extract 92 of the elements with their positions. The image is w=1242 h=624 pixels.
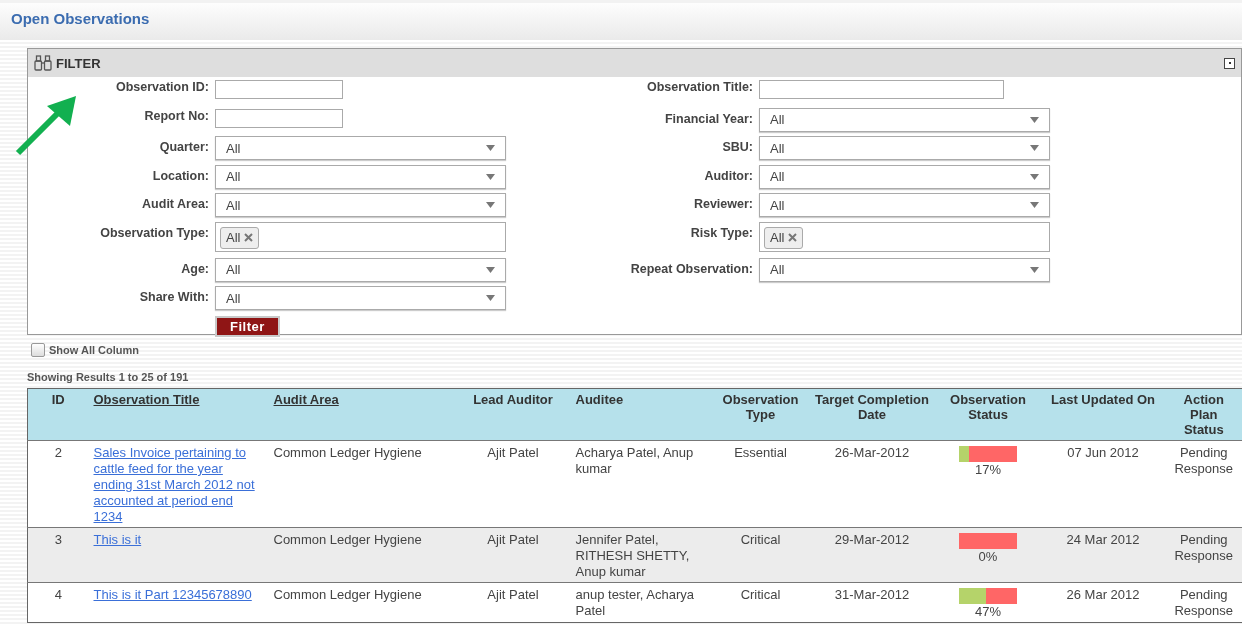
table-cell: Essential — [712, 440, 809, 528]
collapse-button[interactable] — [1224, 57, 1235, 69]
progress-reading: 17% — [974, 462, 1002, 478]
select-dropdown[interactable]: All — [215, 136, 506, 160]
table-cell: 26 Mar 2012 — [1040, 582, 1166, 623]
select-dropdown[interactable]: All — [759, 164, 1050, 189]
multi-select-field[interactable]: All — [759, 221, 1050, 252]
column-header: ID — [27, 388, 89, 441]
close-icon[interactable] — [788, 233, 798, 242]
table-cell: 26-Mar-2012 — [808, 440, 936, 528]
table-cell: anup tester, Acharya Patel — [570, 582, 713, 623]
table-cell: Pending Response — [1165, 582, 1242, 623]
page-title: Open Observations — [11, 10, 151, 27]
field-label: Risk Type: — [689, 224, 753, 240]
column-header[interactable]: Observation Title — [88, 388, 269, 441]
select-dropdown[interactable]: All — [215, 164, 506, 189]
table-cell: Pending Response — [1165, 440, 1242, 528]
field-label: Repeat Observation: — [629, 260, 753, 276]
observation-link[interactable]: This is it — [93, 532, 264, 548]
field-label: Location: — [151, 167, 209, 183]
table-cell: Ajit Patel — [455, 440, 571, 528]
table-cell: Ajit Patel — [455, 582, 571, 623]
select-dropdown[interactable]: All — [215, 257, 506, 282]
caret-icon — [486, 202, 495, 208]
field-label: Observation Type: — [99, 224, 209, 240]
caret-icon — [486, 266, 495, 273]
field-label: Observation Title: — [645, 79, 753, 94]
table-cell: 31-Mar-2012 — [808, 582, 936, 623]
column-header: Auditee — [570, 388, 713, 441]
text-input[interactable] — [215, 80, 343, 99]
field-label: Age: — [180, 260, 209, 276]
table-cell: Acharya Patel, Anup kumar — [570, 440, 713, 528]
table-cell: Pending Response — [1165, 527, 1242, 583]
caret-icon — [1030, 145, 1039, 151]
column-header: Target Completion Date — [808, 388, 936, 441]
close-icon[interactable] — [244, 233, 254, 242]
table-cell: 07 Jun 2012 — [1040, 440, 1166, 528]
table-cell: 24 Mar 2012 — [1040, 527, 1166, 583]
select-dropdown[interactable]: All — [215, 193, 506, 217]
field-label: SBU: — [721, 139, 753, 154]
filter-title: FILTER — [56, 55, 102, 71]
field-label: Observation ID: — [114, 79, 209, 94]
multi-select-field[interactable]: All — [215, 221, 506, 252]
table-cell: 3 — [27, 527, 89, 583]
table-cell: Common Ledger Hygiene — [268, 440, 456, 528]
column-header: Observation Type — [712, 388, 809, 441]
field-label: Financial Year: — [664, 110, 753, 126]
select-dropdown[interactable]: All — [759, 136, 1050, 160]
checkbox-label: Show All Column — [49, 344, 140, 356]
field-label: Share With: — [138, 289, 209, 304]
caret-icon — [486, 295, 495, 301]
column-header: Action Plan Status — [1165, 388, 1242, 441]
column-header: Lead Auditor — [455, 388, 571, 441]
caret-icon — [1030, 266, 1039, 273]
caret-icon — [486, 173, 495, 180]
field-label: Quarter: — [158, 139, 209, 154]
field-label: Auditor: — [703, 167, 753, 183]
select-dropdown[interactable]: All — [759, 257, 1050, 282]
filter-button[interactable]: Filter — [215, 315, 280, 337]
table-cell: 2 — [27, 440, 89, 528]
tag-chip[interactable]: All — [764, 226, 804, 249]
table-cell: Common Ledger Hygiene — [268, 527, 456, 583]
select-dropdown[interactable]: All — [759, 193, 1050, 217]
field-label: Report No: — [143, 107, 209, 123]
caret-icon — [1030, 116, 1039, 123]
table-cell: Ajit Patel — [455, 527, 571, 583]
binoculars-icon — [34, 55, 52, 71]
observation-link[interactable]: This is it Part 12345678890 — [93, 587, 264, 603]
table-cell: Common Ledger Hygiene — [268, 582, 456, 623]
table-cell: Jennifer Patel, RITHESH SHETTY, Anup kumar — [570, 527, 713, 583]
text-input[interactable] — [759, 80, 1004, 99]
column-header: Observation Status — [935, 388, 1041, 441]
select-dropdown[interactable]: All — [759, 107, 1050, 132]
select-dropdown[interactable]: All — [215, 286, 506, 310]
table-cell: Critical — [712, 582, 809, 623]
field-label: Reviewer: — [692, 196, 753, 211]
table-cell: 4 — [27, 582, 89, 623]
column-header: Last Updated On — [1040, 388, 1166, 441]
caret-icon — [1030, 202, 1039, 208]
checkbox[interactable] — [31, 343, 45, 357]
progress-reading: 47% — [974, 604, 1002, 620]
tag-chip[interactable]: All — [220, 226, 260, 249]
caret-icon — [1030, 173, 1039, 180]
observation-link[interactable]: Sales Invoice pertaining to cattle feed for the year ending 31st March 2012 not accounted at period end 1234 — [93, 445, 264, 525]
column-header[interactable]: Audit Area — [268, 388, 456, 441]
table-cell: 29-Mar-2012 — [808, 527, 936, 583]
table-cell: Critical — [712, 527, 809, 583]
caret-icon — [486, 145, 495, 151]
field-label: Audit Area: — [141, 196, 209, 211]
results-summary: Showing Results 1 to 25 of 191 — [27, 371, 190, 383]
progress-reading: 0% — [977, 549, 999, 565]
text-input[interactable] — [215, 108, 343, 128]
